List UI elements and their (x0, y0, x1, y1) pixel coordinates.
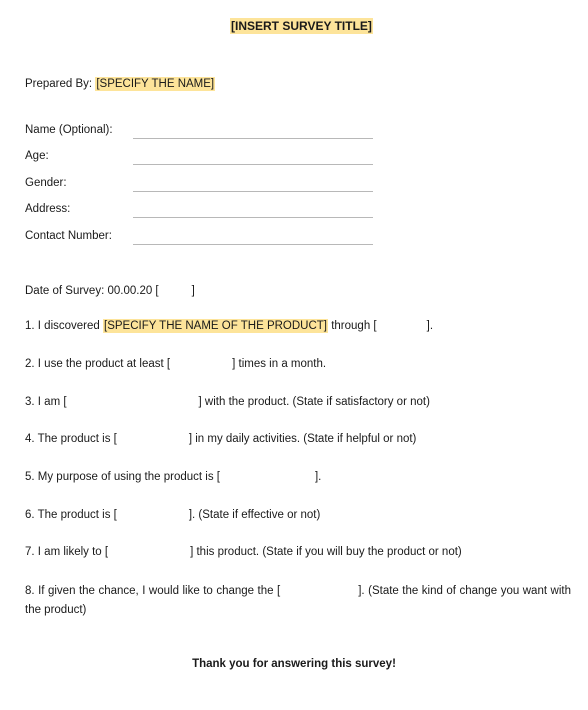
prepared-by-label: Prepared By: (25, 78, 93, 90)
field-input-gender[interactable] (133, 191, 373, 192)
field-label-address: Address: (25, 203, 71, 215)
field-label-name: Name (Optional): (25, 124, 113, 136)
field-label-gender: Gender: (25, 177, 67, 189)
field-input-contact-number[interactable] (133, 244, 373, 245)
field-label-age: Age: (25, 150, 49, 162)
question-2: 2. I use the product at least [] times i… (25, 358, 327, 370)
question-7: 7. I am likely to [] this product. (Stat… (25, 546, 462, 558)
product-name-placeholder: [SPECIFY THE NAME OF THE PRODUCT] (103, 319, 329, 333)
field-input-name[interactable] (133, 138, 373, 139)
field-input-age[interactable] (133, 164, 373, 165)
field-label-contact-number: Contact Number: (25, 230, 112, 242)
date-of-survey: Date of Survey: 00.00.20 [] (25, 285, 195, 297)
question-8: 8. If given the chance, I would like to … (25, 585, 571, 616)
closing-message: Thank you for answering this survey! (192, 658, 396, 670)
date-label: Date of Survey: (25, 285, 105, 297)
date-value: 00.00.20 [ (107, 285, 159, 297)
prepared-by: Prepared By: [SPECIFY THE NAME] (25, 77, 216, 91)
prepared-by-value: [SPECIFY THE NAME] (95, 77, 216, 91)
survey-title: [INSERT SURVEY TITLE] (230, 18, 373, 34)
field-input-address[interactable] (133, 217, 373, 218)
question-5: 5. My purpose of using the product is []… (25, 471, 322, 483)
question-3: 3. I am [] with the product. (State if s… (25, 396, 430, 408)
question-4: 4. The product is [] in my daily activit… (25, 433, 417, 445)
question-1: 1. I discovered [SPECIFY THE NAME OF THE… (25, 319, 434, 333)
question-6: 6. The product is []. (State if effectiv… (25, 509, 321, 521)
